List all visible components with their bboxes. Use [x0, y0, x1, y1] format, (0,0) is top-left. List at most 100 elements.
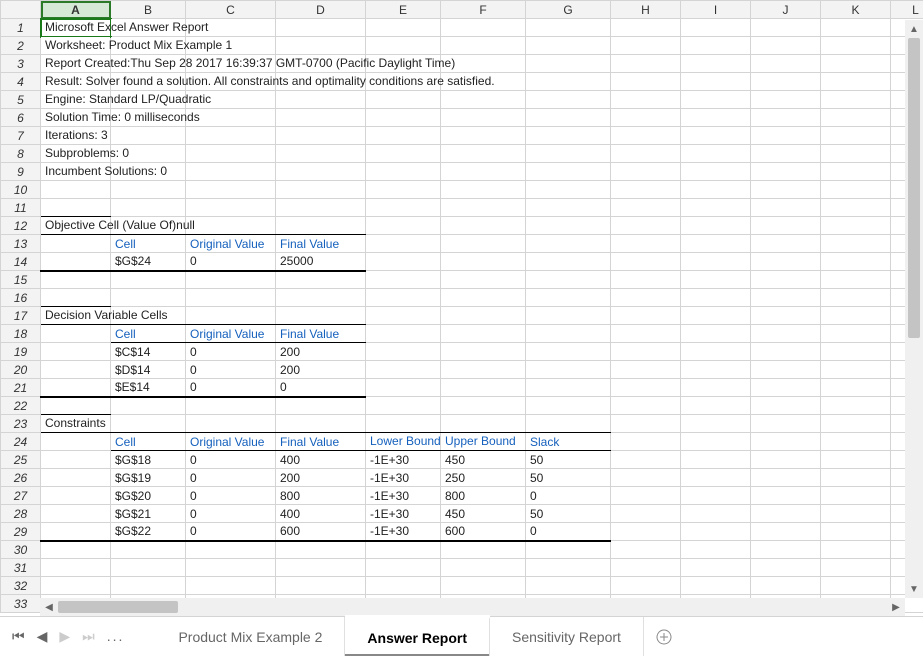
scroll-up-icon[interactable]: ▲ [906, 20, 922, 38]
constraints-lower[interactable]: -1E+30 [366, 487, 441, 505]
col-header-a[interactable]: A [41, 1, 111, 19]
tab-product-mix-2[interactable]: Product Mix Example 2 [156, 617, 345, 656]
row-header[interactable]: 2 [1, 37, 41, 55]
next-sheet-icon[interactable]: ▶ [59, 628, 70, 645]
cell[interactable]: Objective Cell (Value Of)null [41, 217, 111, 235]
decision-header-final[interactable]: Final Value [276, 325, 366, 343]
decision-header-orig[interactable]: Original Value [186, 325, 276, 343]
objective-header-cell[interactable]: Cell [111, 235, 186, 253]
constraints-upper[interactable]: 800 [441, 487, 526, 505]
decision-cell[interactable]: $D$14 [111, 361, 186, 379]
scroll-right-icon[interactable]: ▶ [887, 599, 905, 615]
row-header[interactable]: 30 [1, 541, 41, 559]
first-sheet-icon[interactable]: ⏮ [12, 628, 25, 645]
constraints-lower[interactable]: -1E+30 [366, 523, 441, 541]
spreadsheet-grid[interactable]: A B C D E F G H I J K L 1 Microsoft Exce… [0, 0, 923, 613]
col-header-b[interactable]: B [111, 1, 186, 19]
col-header-f[interactable]: F [441, 1, 526, 19]
constraints-header-final[interactable]: Final Value [276, 433, 366, 451]
constraints-upper[interactable]: 450 [441, 505, 526, 523]
cell[interactable]: Subproblems: 0 [41, 145, 111, 163]
cell[interactable]: Solution Time: 0 milliseconds [41, 109, 111, 127]
constraints-header-orig[interactable]: Original Value [186, 433, 276, 451]
row-header[interactable]: 24 [1, 433, 41, 451]
row-header[interactable]: 29 [1, 523, 41, 541]
constraints-slack[interactable]: 0 [526, 487, 611, 505]
cell[interactable]: Worksheet: Product Mix Example 1 [41, 37, 111, 55]
constraints-upper[interactable]: 250 [441, 469, 526, 487]
cell[interactable]: Report Created:Thu Sep 28 2017 16:39:37 … [41, 55, 111, 73]
add-sheet-button[interactable] [644, 617, 684, 656]
constraints-header-slack[interactable]: Slack [526, 433, 611, 451]
row-header[interactable]: 20 [1, 361, 41, 379]
constraints-lower[interactable]: -1E+30 [366, 451, 441, 469]
tab-sensitivity-report[interactable]: Sensitivity Report [490, 617, 644, 656]
decision-final[interactable]: 0 [276, 379, 366, 397]
col-header-h[interactable]: H [611, 1, 681, 19]
row-header[interactable]: 12 [1, 217, 41, 235]
cell[interactable]: Engine: Standard LP/Quadratic [41, 91, 111, 109]
constraints-final[interactable]: 800 [276, 487, 366, 505]
row-header[interactable]: 22 [1, 397, 41, 415]
constraints-orig[interactable]: 0 [186, 487, 276, 505]
constraints-cell[interactable]: $G$21 [111, 505, 186, 523]
constraints-slack[interactable]: 50 [526, 451, 611, 469]
decision-cell[interactable]: $E$14 [111, 379, 186, 397]
row-header[interactable]: 17 [1, 307, 41, 325]
objective-final[interactable]: 25000 [276, 253, 366, 271]
col-header-j[interactable]: J [751, 1, 821, 19]
scroll-down-icon[interactable]: ▼ [906, 580, 922, 598]
row-header[interactable]: 27 [1, 487, 41, 505]
objective-orig[interactable]: 0 [186, 253, 276, 271]
decision-final[interactable]: 200 [276, 361, 366, 379]
constraints-final[interactable]: 400 [276, 451, 366, 469]
constraints-orig[interactable]: 0 [186, 505, 276, 523]
constraints-orig[interactable]: 0 [186, 451, 276, 469]
constraints-orig[interactable]: 0 [186, 523, 276, 541]
constraints-slack[interactable]: 0 [526, 523, 611, 541]
scroll-thumb[interactable] [908, 38, 920, 338]
constraints-cell[interactable]: $G$18 [111, 451, 186, 469]
row-header[interactable]: 33 [1, 595, 41, 613]
decision-orig[interactable]: 0 [186, 379, 276, 397]
constraints-header-upper[interactable]: Upper Bound [441, 433, 526, 451]
constraints-slack[interactable]: 50 [526, 505, 611, 523]
decision-final[interactable]: 200 [276, 343, 366, 361]
col-header-l[interactable]: L [891, 1, 923, 19]
col-header-e[interactable]: E [366, 1, 441, 19]
row-header[interactable]: 6 [1, 109, 41, 127]
vertical-scrollbar[interactable]: ▲ ▼ [905, 20, 923, 598]
row-header[interactable]: 21 [1, 379, 41, 397]
constraints-cell[interactable]: $G$22 [111, 523, 186, 541]
constraints-header-lower[interactable]: Lower Bound [366, 433, 441, 451]
row-header[interactable]: 9 [1, 163, 41, 181]
row-header[interactable]: 4 [1, 73, 41, 91]
col-header-c[interactable]: C [186, 1, 276, 19]
row-header[interactable]: 32 [1, 577, 41, 595]
cell[interactable]: Decision Variable Cells [41, 307, 111, 325]
row-header[interactable]: 1 [1, 19, 41, 37]
col-header-i[interactable]: I [681, 1, 751, 19]
decision-orig[interactable]: 0 [186, 361, 276, 379]
cell[interactable]: Incumbent Solutions: 0 [41, 163, 111, 181]
row-header[interactable]: 13 [1, 235, 41, 253]
row-header[interactable]: 8 [1, 145, 41, 163]
constraints-header-cell[interactable]: Cell [111, 433, 186, 451]
row-header[interactable]: 26 [1, 469, 41, 487]
decision-orig[interactable]: 0 [186, 343, 276, 361]
row-header[interactable]: 11 [1, 199, 41, 217]
constraints-final[interactable]: 400 [276, 505, 366, 523]
row-header[interactable]: 7 [1, 127, 41, 145]
select-all-corner[interactable] [1, 1, 41, 19]
cell[interactable]: Constraints [41, 415, 111, 433]
row-header[interactable]: 18 [1, 325, 41, 343]
constraints-lower[interactable]: -1E+30 [366, 469, 441, 487]
row-header[interactable]: 16 [1, 289, 41, 307]
objective-cell[interactable]: $G$24 [111, 253, 186, 271]
more-sheets-icon[interactable]: ... [107, 628, 125, 645]
objective-header-orig[interactable]: Original Value [186, 235, 276, 253]
scroll-left-icon[interactable]: ◀ [40, 599, 58, 615]
decision-header-cell[interactable]: Cell [111, 325, 186, 343]
row-header[interactable]: 15 [1, 271, 41, 289]
last-sheet-icon[interactable]: ⏭ [82, 628, 95, 645]
